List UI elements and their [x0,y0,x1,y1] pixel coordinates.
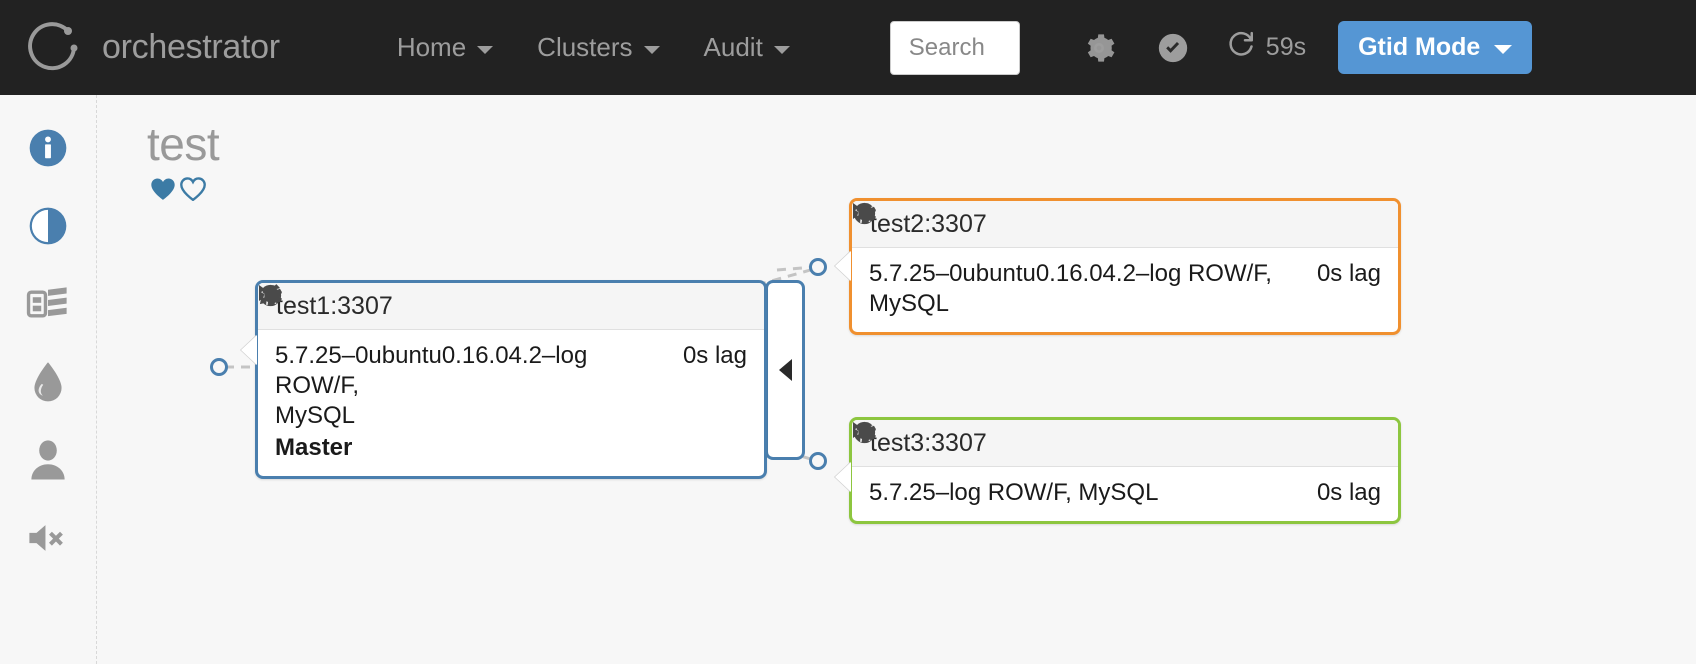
page-title: test [147,118,220,170]
nav-item-home[interactable]: Home [375,22,515,73]
nav-item-clusters-label: Clusters [537,32,633,62]
caret-down-icon [1494,44,1513,54]
node-lag-test1: 0s lag [682,342,747,369]
search-input[interactable] [908,33,1019,62]
sidebar-item-instance-details[interactable] [22,275,74,337]
anchor-test2-in[interactable] [809,258,827,276]
droplet-icon [30,360,66,409]
sidebar-item-info[interactable] [22,119,74,181]
nav-item-home-label: Home [396,32,467,62]
node-body-test1: 5.7.25–0ubuntu0.16.04.2–log ROW/F, 0s la… [258,330,764,476]
chevron-down-icon [477,45,494,54]
heart-outline-icon[interactable] [180,177,206,206]
left-icon-sidebar [0,95,97,664]
node-body-test2: 5.7.25–0ubuntu0.16.04.2–log ROW/F, 0s la… [852,248,1398,332]
sidebar-item-owner[interactable] [22,431,74,493]
node-version-test3: 5.7.25–log ROW/F, MySQL [869,479,1159,506]
node-title-test1: test1:3307 [276,291,393,320]
main-content: test test1:3307 5.7.25–0ubuntu0.16.04.2–… [97,95,1696,664]
callout-arrow [835,462,851,492]
page-body: test test1:3307 5.7.25–0ubuntu0.16.04.2–… [0,95,1696,664]
topology-node-test2[interactable]: test2:3307 5.7.25–0ubuntu0.16.04.2–log R… [835,198,1401,336]
topology-node-test3[interactable]: test3:3307 5.7.25–log ROW/F, MySQL 0s la… [835,417,1401,525]
anchor-test3-in[interactable] [809,452,827,470]
brand[interactable]: orchestrator [22,17,280,79]
check-circle-icon[interactable] [1136,23,1210,73]
node-flavor-test1: MySQL [275,402,356,430]
node-body-test3: 5.7.25–log ROW/F, MySQL 0s lag [852,467,1398,521]
sidebar-item-contrast[interactable] [22,197,74,259]
heart-filled-icon[interactable] [150,177,176,206]
sidebar-item-mute[interactable] [22,509,74,571]
node-title-test2: test2:3307 [870,209,987,238]
node-title-test3: test3:3307 [870,428,987,457]
circle-arrow-logo-icon [22,17,84,79]
gear-icon[interactable] [1062,23,1136,73]
user-icon [28,439,68,486]
table-list-icon [26,284,70,329]
callout-arrow [835,251,851,281]
search-box[interactable] [889,20,1020,75]
mute-icon [26,520,70,561]
top-navbar: orchestrator Home Clusters Audit Search … [0,0,1696,95]
gtid-mode-button[interactable]: Gtid Mode [1338,21,1533,74]
anchor-test1-in[interactable] [210,358,228,376]
chevron-left-icon [778,359,792,381]
node-lag-test2: 0s lag [1316,260,1381,287]
nav-item-audit[interactable]: Audit [682,22,812,73]
refresh-countdown-label: 59s [1265,33,1307,61]
nav-item-audit-label: Audit [703,32,763,62]
brand-name: orchestrator [102,28,280,66]
auto-refresh-timer[interactable]: 59s [1210,21,1322,74]
node-flavor-test2: MySQL [869,290,950,318]
refresh-icon [1226,29,1256,66]
node-lag-test3: 0s lag [1316,479,1381,506]
collapse-handle[interactable] [765,280,805,460]
chevron-down-icon [643,45,660,54]
node-header-test1: test1:3307 [258,283,764,330]
topology-node-test1[interactable]: test1:3307 5.7.25–0ubuntu0.16.04.2–log R… [241,280,767,479]
nav-icon-group [1062,23,1210,73]
node-role-test1: Master [275,433,353,461]
chevron-down-icon [773,45,790,54]
sidebar-item-pool[interactable] [22,353,74,415]
node-header-test3: test3:3307 [852,420,1398,467]
node-header-test2: test2:3307 [852,201,1398,248]
nav-links: Home Clusters Audit [375,22,812,73]
node-version-test1: 5.7.25–0ubuntu0.16.04.2–log ROW/F, [275,342,588,400]
gtid-mode-label: Gtid Mode [1358,33,1481,61]
nav-item-clusters[interactable]: Clusters [515,22,681,73]
callout-arrow [241,335,257,365]
node-version-test2: 5.7.25–0ubuntu0.16.04.2–log ROW/F, [869,260,1272,287]
info-icon [26,126,70,175]
contrast-icon [26,204,70,253]
